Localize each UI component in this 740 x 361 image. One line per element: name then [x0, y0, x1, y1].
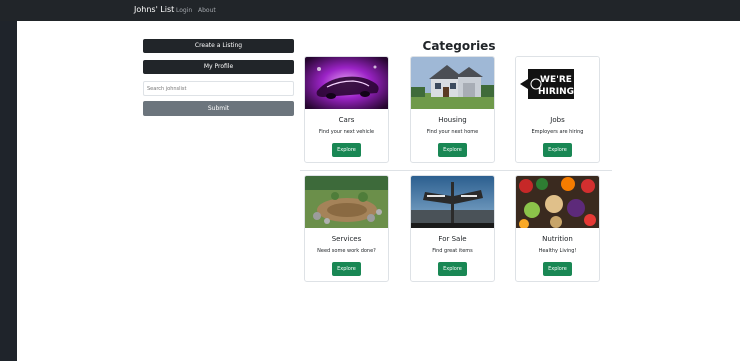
- card-text: Need some work done?: [317, 248, 376, 254]
- submit-button[interactable]: Submit: [143, 101, 294, 116]
- nav-link-about[interactable]: About: [198, 7, 216, 14]
- jobs-image-text-2: HIRING: [538, 87, 574, 97]
- explore-jobs-button[interactable]: Explore: [543, 143, 572, 157]
- category-card-for-sale: For Sale Find great items Explore: [410, 175, 495, 282]
- card-text: Find your next vehicle: [318, 129, 375, 135]
- for-sale-image: [411, 176, 494, 228]
- card-title: Jobs: [550, 116, 565, 124]
- card-text: Find great items: [432, 248, 473, 254]
- explore-cars-button[interactable]: Explore: [332, 143, 361, 157]
- category-card-cars: Cars Find your next vehicle Explore: [304, 56, 389, 163]
- category-card-nutrition: Nutrition Healthy Living! Explore: [515, 175, 600, 282]
- create-listing-button[interactable]: Create a Listing: [143, 39, 294, 53]
- explore-services-button[interactable]: Explore: [332, 262, 361, 276]
- category-card-jobs: WE'RE HIRING Jobs Employers are hiring E…: [515, 56, 600, 163]
- card-title: Nutrition: [542, 235, 573, 243]
- page-title: Categories: [422, 39, 496, 53]
- card-text: Find your next home: [426, 129, 479, 135]
- category-card-services: Services Need some work done? Explore: [304, 175, 389, 282]
- search-input[interactable]: [143, 81, 294, 96]
- housing-image: [411, 57, 494, 109]
- explore-for-sale-button[interactable]: Explore: [438, 262, 467, 276]
- services-image: [305, 176, 388, 228]
- jobs-image-text-1: WE'RE: [540, 75, 572, 85]
- nutrition-image: [516, 176, 599, 228]
- explore-housing-button[interactable]: Explore: [438, 143, 467, 157]
- card-title: Cars: [338, 116, 355, 124]
- explore-nutrition-button[interactable]: Explore: [543, 262, 572, 276]
- cars-image: [305, 57, 388, 109]
- card-text: Employers are hiring: [531, 129, 584, 135]
- card-text: Healthy Living!: [538, 248, 577, 254]
- row-divider: [300, 170, 612, 171]
- top-navbar: Johns' List Login About: [0, 0, 740, 21]
- category-card-housing: Housing Find your next home Explore: [410, 56, 495, 163]
- brand-link[interactable]: Johns' List: [134, 5, 174, 14]
- jobs-image: WE'RE HIRING: [516, 57, 599, 109]
- nav-link-login[interactable]: Login: [176, 7, 192, 14]
- card-title: Services: [331, 235, 362, 243]
- my-profile-button[interactable]: My Profile: [143, 60, 294, 74]
- card-title: For Sale: [438, 235, 467, 243]
- card-title: Housing: [438, 116, 467, 124]
